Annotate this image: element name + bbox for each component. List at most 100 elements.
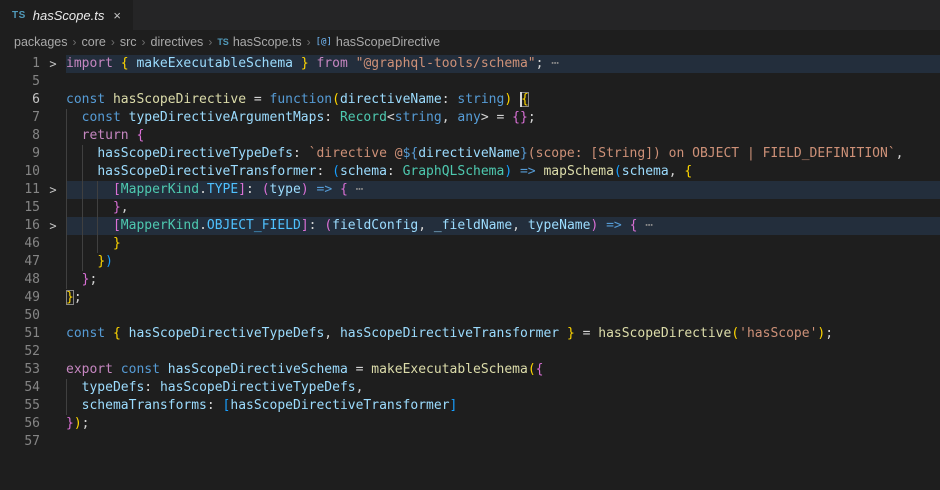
line-number: 57	[0, 433, 40, 451]
fold-chevron-icon[interactable]: >	[40, 217, 66, 235]
gutter[interactable]: 51	[0, 325, 66, 343]
code-token: string	[457, 92, 504, 107]
code-line[interactable]: 6const hasScopeDirective = function(dire…	[0, 91, 940, 109]
gutter[interactable]: 11>	[0, 181, 66, 199]
code-line[interactable]: 48 };	[0, 271, 940, 289]
code-line[interactable]: 56});	[0, 415, 940, 433]
code-line[interactable]: 10 hasScopeDirectiveTransformer: (schema…	[0, 163, 940, 181]
code-line[interactable]: 50	[0, 307, 940, 325]
code-line-content[interactable]: });	[66, 415, 940, 433]
breadcrumb-item-hasscopedirective[interactable]: [@]hasScopeDirective	[316, 35, 440, 49]
code-line[interactable]: 47 })	[0, 253, 940, 271]
gutter[interactable]: 48	[0, 271, 66, 289]
gutter[interactable]: 55	[0, 397, 66, 415]
gutter[interactable]: 47	[0, 253, 66, 271]
code-line[interactable]: 54 typeDefs: hasScopeDirectiveTypeDefs,	[0, 379, 940, 397]
gutter[interactable]: 10	[0, 163, 66, 181]
line-number: 51	[0, 325, 40, 343]
chevron-right-icon: ›	[73, 35, 77, 49]
code-line[interactable]: 49};	[0, 289, 940, 307]
code-line[interactable]: 11> [MapperKind.TYPE]: (type) => { ⋯	[0, 181, 940, 199]
code-line-content[interactable]: const { hasScopeDirectiveTypeDefs, hasSc…	[66, 325, 940, 343]
gutter[interactable]: 56	[0, 415, 66, 433]
tab-hasscope-ts[interactable]: TS hasScope.ts ×	[0, 0, 133, 30]
gutter[interactable]: 7	[0, 109, 66, 127]
code-line-content[interactable]	[66, 433, 940, 451]
line-number: 49	[0, 289, 40, 307]
gutter[interactable]: 15	[0, 199, 66, 217]
breadcrumb-item-core[interactable]: core	[82, 35, 106, 49]
code-line-content[interactable]: },	[66, 199, 940, 217]
code-line[interactable]: 5	[0, 73, 940, 91]
breadcrumb-label: hasScope.ts	[233, 35, 302, 49]
code-line-content[interactable]: const hasScopeDirective = function(direc…	[66, 91, 940, 109]
code-line[interactable]: 8 return {	[0, 127, 940, 145]
breadcrumb-item-src[interactable]: src	[120, 35, 137, 49]
fold-chevron-icon[interactable]: >	[40, 181, 66, 199]
fold-gutter-space	[40, 343, 66, 361]
code-line-content[interactable]: const typeDirectiveArgumentMaps: Record<…	[66, 109, 940, 127]
code-token: {	[684, 164, 692, 179]
code-line[interactable]: 53export const hasScopeDirectiveSchema =…	[0, 361, 940, 379]
code-token: }	[113, 200, 121, 215]
code-line-content[interactable]: import { makeExecutableSchema } from "@g…	[66, 55, 940, 73]
gutter[interactable]: 54	[0, 379, 66, 397]
gutter[interactable]: 52	[0, 343, 66, 361]
gutter[interactable]: 6	[0, 91, 66, 109]
code-line-content[interactable]	[66, 343, 940, 361]
gutter[interactable]: 49	[0, 289, 66, 307]
breadcrumb-item-packages[interactable]: packages	[14, 35, 68, 49]
gutter[interactable]: 1>	[0, 55, 66, 73]
code-line[interactable]: 52	[0, 343, 940, 361]
code-line[interactable]: 16> [MapperKind.OBJECT_FIELD]: (fieldCon…	[0, 217, 940, 235]
gutter[interactable]: 8	[0, 127, 66, 145]
breadcrumb-item-directives[interactable]: directives	[151, 35, 204, 49]
code-line-content[interactable]: })	[66, 253, 940, 271]
code-line-content[interactable]: [MapperKind.TYPE]: (type) => { ⋯	[66, 181, 940, 199]
code-line-content[interactable]	[66, 73, 940, 91]
code-line-content[interactable]: };	[66, 271, 940, 289]
code-line-content[interactable]: hasScopeDirectiveTransformer: (schema: G…	[66, 163, 940, 181]
code-token: typeDefs	[82, 380, 145, 395]
code-token: makeExecutableSchema	[371, 362, 528, 377]
line-number: 48	[0, 271, 40, 289]
code-line-content[interactable]: typeDefs: hasScopeDirectiveTypeDefs,	[66, 379, 940, 397]
code-token: mapSchema	[543, 164, 613, 179]
close-icon[interactable]: ×	[111, 9, 123, 22]
code-line-content[interactable]: [MapperKind.OBJECT_FIELD]: (fieldConfig,…	[66, 217, 940, 235]
gutter[interactable]: 53	[0, 361, 66, 379]
code-line-content[interactable]: schemaTransforms: [hasScopeDirectiveTran…	[66, 397, 940, 415]
line-number: 55	[0, 397, 40, 415]
code-line-content[interactable]: hasScopeDirectiveTypeDefs: `directive @$…	[66, 145, 940, 163]
code-token: }	[301, 56, 309, 71]
gutter[interactable]: 57	[0, 433, 66, 451]
code-line[interactable]: 7 const typeDirectiveArgumentMaps: Recor…	[0, 109, 940, 127]
code-line[interactable]: 46 }	[0, 235, 940, 253]
code-token: typeDirectiveArgumentMaps	[129, 110, 325, 125]
breadcrumb-item-hasscope-ts[interactable]: TShasScope.ts	[217, 35, 301, 49]
breadcrumb-label: core	[82, 35, 106, 49]
code-line[interactable]: 1>import { makeExecutableSchema } from "…	[0, 55, 940, 73]
code-line[interactable]: 15 },	[0, 199, 940, 217]
line-number: 7	[0, 109, 40, 127]
code-token: ;	[825, 326, 833, 341]
code-line[interactable]: 9 hasScopeDirectiveTypeDefs: `directive …	[0, 145, 940, 163]
fold-chevron-icon[interactable]: >	[40, 55, 66, 73]
code-line[interactable]: 51 const { hasScopeDirectiveTypeDefs, has…	[0, 325, 940, 343]
code-token: ,	[669, 164, 685, 179]
code-token	[66, 200, 113, 215]
gutter[interactable]: 5	[0, 73, 66, 91]
code-line[interactable]: 57	[0, 433, 940, 451]
code-line-content[interactable]: export const hasScopeDirectiveSchema = m…	[66, 361, 940, 379]
code-line-content[interactable]	[66, 307, 940, 325]
code-line-content[interactable]: }	[66, 235, 940, 253]
code-line[interactable]: 55 schemaTransforms: [hasScopeDirectiveT…	[0, 397, 940, 415]
gutter[interactable]: 16>	[0, 217, 66, 235]
gutter[interactable]: 50	[0, 307, 66, 325]
gutter[interactable]: 9	[0, 145, 66, 163]
code-line-content[interactable]: };	[66, 289, 940, 307]
code-token: (	[614, 164, 622, 179]
code-editor[interactable]: 1>import { makeExecutableSchema } from "…	[0, 53, 940, 451]
gutter[interactable]: 46	[0, 235, 66, 253]
code-line-content[interactable]: return {	[66, 127, 940, 145]
